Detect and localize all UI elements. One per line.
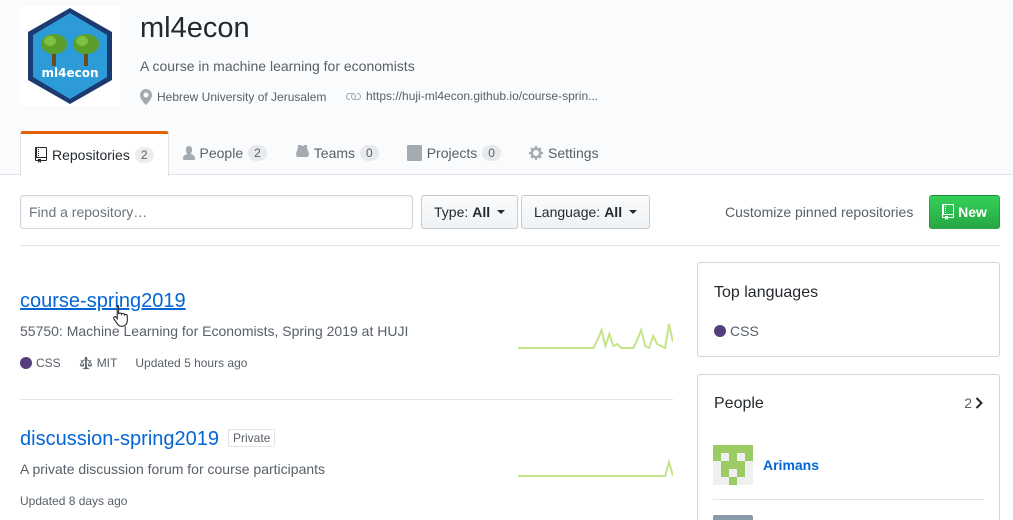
jersey-icon xyxy=(295,145,309,158)
top-languages-title: Top languages xyxy=(714,284,819,301)
people-box: People 2 Arimans xyxy=(697,374,1000,520)
repo-updated: Updated 8 days ago xyxy=(20,494,128,508)
repo-license-label: MIT xyxy=(96,356,118,370)
tab-repositories-label: Repositories xyxy=(52,147,130,163)
type-filter-label: Type: xyxy=(434,204,469,220)
repo-name-link[interactable]: discussion-spring2019 xyxy=(20,428,219,450)
chevron-down-icon xyxy=(629,210,638,214)
law-icon xyxy=(79,356,92,370)
identicon-avatar xyxy=(713,445,753,485)
person-item[interactable]: Arimans xyxy=(713,445,819,485)
tab-projects-count: 0 xyxy=(482,145,501,161)
person-name-link[interactable]: Arimans xyxy=(763,457,819,473)
location-icon xyxy=(140,89,152,105)
tab-teams-label: Teams xyxy=(313,145,356,161)
tab-people-count: 2 xyxy=(248,145,267,161)
top-language-item[interactable]: CSS xyxy=(714,323,759,339)
repo-activity-sparkline xyxy=(518,458,673,477)
hand-cursor-icon xyxy=(113,304,128,327)
chevron-right-icon xyxy=(975,397,983,409)
language-filter-value: All xyxy=(604,204,623,220)
type-filter-button[interactable]: Type: All xyxy=(421,195,519,229)
sparkline-path xyxy=(518,323,673,350)
repo-list-item: discussion-spring2019 Private A private d… xyxy=(20,428,673,508)
people-count-link[interactable]: 2 xyxy=(964,395,983,411)
repo-activity-sparkline xyxy=(518,323,673,350)
org-location: Hebrew University of Jerusalem xyxy=(140,89,326,105)
repo-meta: CSS MIT Updated 5 hours ago xyxy=(20,356,673,370)
tab-projects-label: Projects xyxy=(426,145,478,161)
language-filter-label: Language: xyxy=(534,204,601,220)
top-language-label: CSS xyxy=(730,323,759,339)
language-filter-button[interactable]: Language: All xyxy=(521,195,651,229)
repo-license: MIT xyxy=(79,356,118,370)
repo-icon xyxy=(35,147,47,163)
tab-people-label: People xyxy=(199,145,244,161)
tab-repositories[interactable]: Repositories 2 xyxy=(20,131,169,176)
link-icon xyxy=(346,93,361,100)
repo-language-label: CSS xyxy=(36,356,61,370)
new-repository-button[interactable]: New xyxy=(929,195,1000,229)
repo-list-item: course-spring2019 55750: Machine Learnin… xyxy=(20,290,673,370)
org-header: ml4econ ml4econ A course in machine lear… xyxy=(0,0,1013,176)
repo-updated: Updated 5 hours ago xyxy=(135,356,248,370)
org-description: A course in machine learning for economi… xyxy=(140,58,415,74)
gear-icon xyxy=(528,146,543,160)
top-languages-box: Top languages CSS xyxy=(697,262,1000,357)
person-divider xyxy=(713,499,984,500)
customize-pinned-link[interactable]: Customize pinned repositories xyxy=(725,204,913,220)
repo-meta: Updated 8 days ago xyxy=(20,494,673,508)
repo-divider xyxy=(20,399,673,400)
people-count: 2 xyxy=(964,395,972,411)
sparkline-path xyxy=(518,458,673,477)
org-name: ml4econ xyxy=(140,12,250,44)
tab-teams-count: 0 xyxy=(360,145,379,161)
repo-language: CSS xyxy=(20,356,61,370)
type-filter-value: All xyxy=(472,204,491,220)
org-website[interactable]: https://huji-ml4econ.github.io/course-sp… xyxy=(345,89,598,103)
org-website-link[interactable]: https://huji-ml4econ.github.io/course-sp… xyxy=(366,89,598,103)
org-avatar-label: ml4econ xyxy=(41,66,98,80)
repo-title-row: discussion-spring2019 Private xyxy=(20,428,673,451)
person-icon xyxy=(182,146,195,160)
people-title: People xyxy=(714,395,764,412)
new-button-label: New xyxy=(958,204,987,220)
tab-people[interactable]: People 2 xyxy=(169,131,281,175)
language-color-dot xyxy=(20,357,32,369)
project-icon xyxy=(406,145,422,161)
chevron-down-icon xyxy=(497,210,506,214)
tab-repositories-count: 2 xyxy=(134,147,154,163)
org-location-text: Hebrew University of Jerusalem xyxy=(157,90,327,104)
language-color-dot xyxy=(714,325,726,337)
tab-settings[interactable]: Settings xyxy=(515,131,613,175)
tab-settings-label: Settings xyxy=(547,145,599,161)
repo-filter-bar: Type: All Language: All Customize pinned… xyxy=(20,195,1000,229)
repo-icon xyxy=(942,204,955,220)
find-repository-input[interactable] xyxy=(20,195,413,229)
tab-projects[interactable]: Projects 0 xyxy=(393,131,515,175)
person-avatar-partial[interactable] xyxy=(713,515,753,520)
filter-divider xyxy=(20,245,1000,246)
org-avatar[interactable]: ml4econ xyxy=(20,6,120,106)
tab-teams[interactable]: Teams 0 xyxy=(281,131,393,175)
private-label: Private xyxy=(228,429,276,447)
org-tabs: Repositories 2 People 2 Teams 0 Projects… xyxy=(20,131,613,176)
